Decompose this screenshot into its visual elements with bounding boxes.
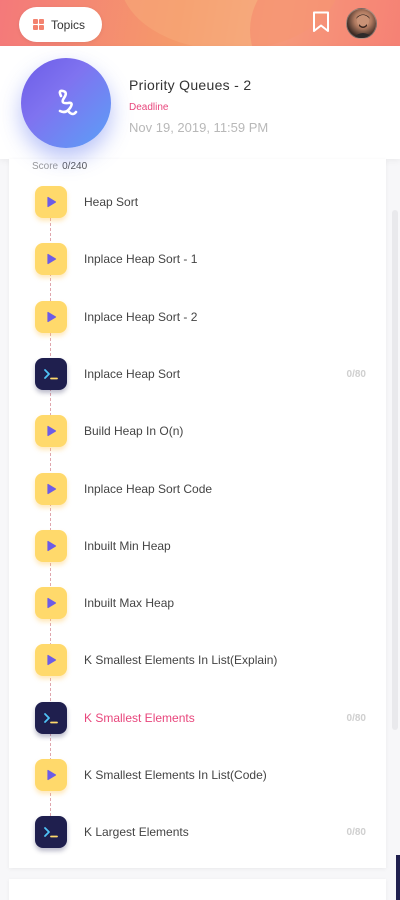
list-item[interactable]: Inbuilt Min Heap bbox=[35, 530, 375, 562]
play-video-icon bbox=[35, 587, 67, 619]
score-value: 0/240 bbox=[62, 161, 88, 172]
list-item-label: K Smallest Elements bbox=[84, 711, 195, 725]
list-item-label: Inplace Heap Sort - 1 bbox=[84, 252, 198, 266]
list-item[interactable]: Heap Sort bbox=[35, 186, 375, 218]
edge-decoration bbox=[396, 855, 400, 900]
terminal-code-icon bbox=[35, 358, 67, 390]
deadline-value: Nov 19, 2019, 11:59 PM bbox=[129, 120, 269, 135]
play-video-icon bbox=[35, 530, 67, 562]
list-item[interactable]: Inplace Heap Sort - 1 bbox=[35, 243, 375, 275]
bookmark-icon[interactable] bbox=[311, 11, 331, 33]
terminal-code-icon bbox=[35, 816, 67, 848]
list-item[interactable]: Build Heap In O(n) bbox=[35, 415, 375, 447]
module-logo bbox=[21, 58, 111, 148]
play-video-icon bbox=[35, 473, 67, 505]
list-item[interactable]: Inplace Heap Sort 0/80 bbox=[35, 358, 375, 390]
list-item-label: K Smallest Elements In List(Code) bbox=[84, 768, 267, 782]
timeline-line bbox=[50, 203, 51, 831]
list-item-label: K Largest Elements bbox=[84, 825, 189, 839]
list-item[interactable]: Inplace Heap Sort - 2 bbox=[35, 301, 375, 333]
play-video-icon bbox=[35, 186, 67, 218]
list-item[interactable]: Inplace Heap Sort Code bbox=[35, 473, 375, 505]
list-item-label: Inbuilt Max Heap bbox=[84, 596, 175, 610]
list-item-label: Heap Sort bbox=[84, 195, 139, 209]
grid-icon bbox=[33, 19, 44, 30]
avatar[interactable] bbox=[346, 8, 377, 39]
top-header: Topics bbox=[0, 0, 400, 46]
list-item-score: 0/80 bbox=[346, 826, 366, 838]
list-item-label: Build Heap In O(n) bbox=[84, 424, 184, 438]
score: Score 0/240 bbox=[32, 161, 87, 172]
squiggle-logo-icon bbox=[58, 89, 78, 116]
list-item-label: K Smallest Elements In List(Explain) bbox=[84, 653, 278, 667]
list-item-label: Inplace Heap Sort - 2 bbox=[84, 310, 198, 324]
list-item-score: 0/80 bbox=[346, 368, 366, 380]
topics-label: Topics bbox=[51, 17, 86, 32]
play-video-icon bbox=[35, 415, 67, 447]
play-video-icon bbox=[35, 301, 67, 333]
play-video-icon bbox=[35, 243, 67, 275]
terminal-code-icon bbox=[35, 702, 67, 734]
list-item-label: Inbuilt Min Heap bbox=[84, 539, 171, 553]
scrollbar[interactable] bbox=[392, 210, 398, 730]
next-section-card bbox=[9, 879, 386, 900]
module-title: Priority Queues - 2 bbox=[129, 77, 252, 93]
list-item[interactable]: K Largest Elements 0/80 bbox=[35, 816, 375, 848]
list-item[interactable]: Inbuilt Max Heap bbox=[35, 587, 375, 619]
deadline-label: Deadline bbox=[129, 102, 169, 113]
list-item[interactable]: K Smallest Elements 0/80 bbox=[35, 702, 375, 734]
topics-button[interactable]: Topics bbox=[19, 7, 102, 42]
list-item-label: Inplace Heap Sort bbox=[84, 367, 181, 381]
score-label: Score bbox=[32, 161, 59, 172]
list-item-label: Inplace Heap Sort Code bbox=[84, 482, 213, 496]
play-video-icon bbox=[35, 759, 67, 791]
list-item[interactable]: K Smallest Elements In List(Code) bbox=[35, 759, 375, 791]
list-item-score: 0/80 bbox=[346, 712, 366, 724]
list-item[interactable]: K Smallest Elements In List(Explain) bbox=[35, 644, 375, 676]
play-video-icon bbox=[35, 644, 67, 676]
